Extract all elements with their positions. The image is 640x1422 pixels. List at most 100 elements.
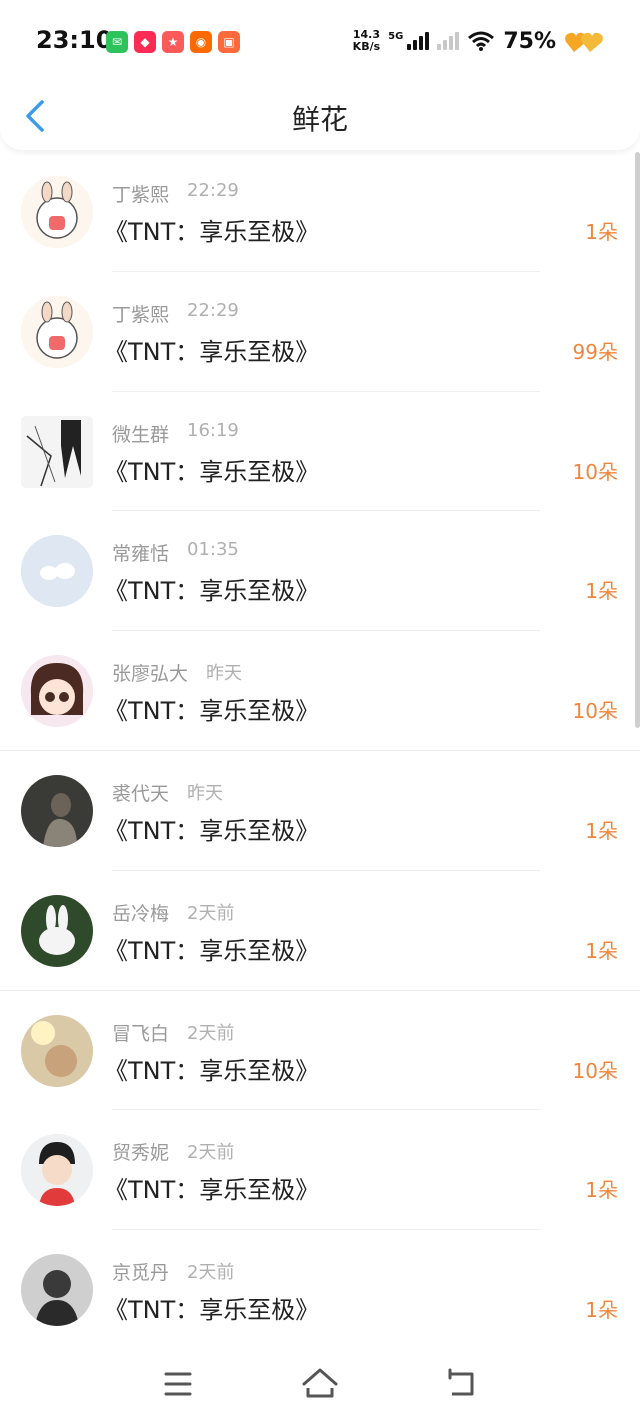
avatar-image: [21, 415, 93, 488]
status-indicators: 14.3 KB/s 5G 75%: [353, 26, 604, 56]
scrollbar[interactable]: [635, 152, 640, 728]
avatar[interactable]: [21, 774, 93, 847]
sender-name: 冒飞白: [112, 1022, 170, 1045]
status-bar: 23:10 ✉ ◆ ★ ◉ ▣ 14.3 KB/s 5G 75%: [0, 0, 640, 80]
taobao-icon: ◉: [190, 31, 212, 53]
list-item[interactable]: 丁紫熙 22:29 《TNT：享乐至极》 99朵: [0, 272, 640, 392]
book-title: 《TNT：享乐至极》: [104, 697, 320, 726]
sender-name: 岳冷梅: [112, 902, 170, 925]
avatar[interactable]: [21, 1254, 93, 1327]
flower-count: 1朵: [585, 220, 618, 244]
avatar[interactable]: [21, 535, 93, 608]
system-nav-bar: [0, 1346, 640, 1422]
item-meta: 微生群 16:19: [112, 420, 239, 447]
wifi-icon: [468, 31, 495, 51]
sender-name: 裘代天: [112, 782, 170, 805]
item-meta: 张廖弘大 昨天: [112, 659, 242, 686]
menu-button[interactable]: [158, 1364, 198, 1404]
avatar[interactable]: [21, 894, 93, 967]
item-time: 01:35: [187, 539, 239, 561]
item-meta: 岳冷梅 2天前: [112, 899, 234, 926]
flower-count: 1朵: [585, 1298, 618, 1323]
flower-count: 10朵: [572, 459, 618, 484]
sender-name: 丁紫熙: [112, 303, 170, 326]
book-title: 《TNT：享乐至极》: [104, 1176, 320, 1205]
avatar-image: [21, 1254, 93, 1327]
item-time: 昨天: [206, 663, 243, 685]
list-item[interactable]: 常雍恬 01:35 《TNT：享乐至极》 1朵: [0, 511, 640, 632]
battery-hearts-icon: [565, 32, 603, 52]
list-item[interactable]: 贸秀妮 2天前 《TNT：享乐至极》 1朵: [0, 1110, 640, 1231]
shop-app-icon: ★: [162, 31, 184, 53]
list-item[interactable]: 岳冷梅 2天前 《TNT：享乐至极》 1朵: [0, 871, 640, 991]
item-time: 22:29: [187, 180, 239, 201]
book-title: 《TNT：享乐至极》: [104, 337, 320, 366]
book-title: 《TNT：享乐至极》: [104, 1056, 320, 1085]
book-title: 《TNT：享乐至极》: [104, 1296, 320, 1325]
flower-count: 1朵: [585, 818, 618, 843]
flower-count: 1朵: [585, 1178, 618, 1203]
xiaohongshu-icon: ◆: [134, 31, 156, 53]
avatar-image: [21, 1134, 93, 1207]
back-icon: [448, 1368, 474, 1396]
home-button[interactable]: [300, 1364, 340, 1404]
book-title: 《TNT：享乐至极》: [104, 816, 320, 845]
avatar[interactable]: [21, 1134, 93, 1207]
signal-icon: [407, 32, 430, 50]
network-speed-unit: KB/s: [352, 40, 381, 53]
network-type: 5G: [388, 30, 404, 42]
book-title: 《TNT：享乐至极》: [104, 936, 320, 965]
book-title: 《TNT：享乐至极》: [104, 457, 320, 486]
item-time: 2天前: [187, 1022, 235, 1044]
item-time: 2天前: [187, 902, 235, 924]
item-meta: 丁紫熙 22:29: [112, 300, 239, 327]
page-title: 鲜花: [291, 103, 348, 136]
item-meta: 冒飞白 2天前: [112, 1019, 234, 1046]
book-title: 《TNT：享乐至极》: [104, 577, 320, 606]
flower-gift-list: 丁紫熙 22:29 《TNT：享乐至极》 1朵 丁紫熙 22:29 《TNT：享…: [0, 152, 640, 1350]
signal-secondary-icon: [437, 32, 460, 50]
avatar-image: [21, 535, 93, 608]
item-time: 昨天: [187, 782, 224, 804]
avatar-image: [21, 894, 93, 967]
sender-name: 常雍恬: [112, 543, 170, 566]
notification-icons: ✉ ◆ ★ ◉ ▣: [106, 31, 240, 53]
avatar[interactable]: [21, 295, 93, 368]
item-meta: 丁紫熙 22:29: [112, 180, 239, 207]
sender-name: 贸秀妮: [112, 1142, 170, 1165]
item-time: 16:19: [187, 419, 239, 441]
book-title: 《TNT：享乐至极》: [104, 218, 320, 246]
flower-count: 10朵: [572, 699, 618, 724]
list-item[interactable]: 微生群 16:19 《TNT：享乐至极》 10朵: [0, 392, 640, 512]
wechat-icon: ✉: [106, 31, 128, 53]
list-item[interactable]: 张廖弘大 昨天 《TNT：享乐至极》 10朵: [0, 631, 640, 751]
list-item[interactable]: 裘代天 昨天 《TNT：享乐至极》 1朵: [0, 751, 640, 871]
status-time: 23:10: [36, 26, 113, 54]
avatar-image: [21, 774, 93, 847]
flower-count: 1朵: [585, 579, 618, 604]
menu-icon: [164, 1372, 192, 1396]
network-speed: 14.3 KB/s: [353, 29, 380, 53]
flower-count: 10朵: [572, 1058, 618, 1083]
battery-level: 75%: [503, 28, 556, 54]
avatar-image: [21, 176, 93, 248]
avatar-image: [21, 655, 93, 728]
avatar[interactable]: [21, 1014, 93, 1087]
video-app-icon: ▣: [218, 31, 240, 53]
list-item[interactable]: 丁紫熙 22:29 《TNT：享乐至极》 1朵: [0, 152, 640, 272]
item-meta: 贸秀妮 2天前: [112, 1138, 234, 1165]
flower-count: 99朵: [572, 339, 618, 364]
item-time: 2天前: [187, 1142, 235, 1164]
list-item[interactable]: 冒飞白 2天前 《TNT：享乐至极》 10朵: [0, 991, 640, 1111]
avatar[interactable]: [21, 655, 93, 728]
sender-name: 微生群: [112, 423, 170, 446]
item-time: 2天前: [187, 1262, 235, 1284]
list-item[interactable]: 京觅丹 2天前 《TNT：享乐至极》 1朵: [0, 1230, 640, 1350]
page-header: 鲜花: [0, 80, 640, 150]
avatar[interactable]: [21, 415, 93, 488]
item-meta: 京觅丹 2天前: [112, 1258, 234, 1285]
avatar-image: [21, 1014, 93, 1087]
item-time: 22:29: [187, 299, 239, 321]
avatar[interactable]: [21, 176, 93, 248]
back-nav-button[interactable]: [442, 1364, 482, 1404]
